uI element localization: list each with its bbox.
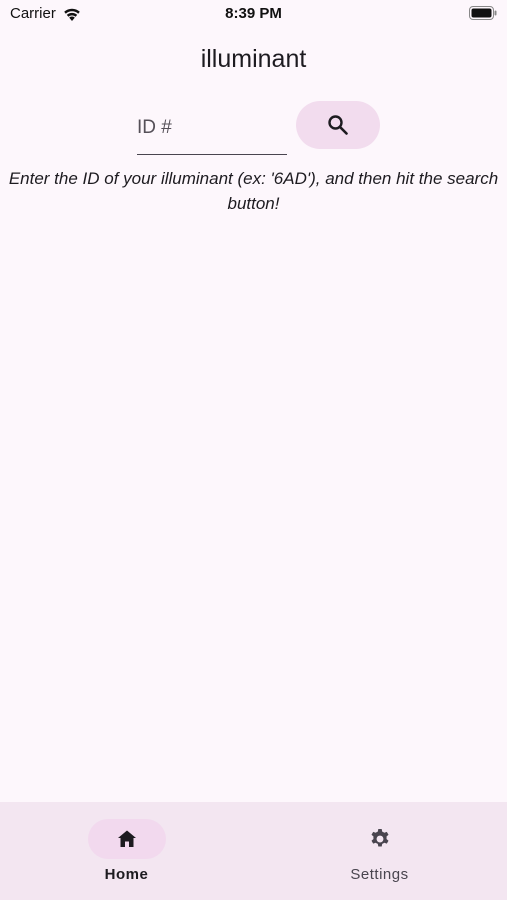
page-title: illuminant (200, 45, 307, 73)
id-input[interactable] (137, 106, 287, 150)
nav-label-home: Home (104, 866, 149, 883)
status-bar: Carrier 8:39 PM (0, 0, 507, 28)
search-button[interactable] (296, 101, 380, 149)
search-icon (328, 115, 348, 135)
nav-item-home[interactable]: Home (0, 802, 253, 900)
home-icon (118, 830, 136, 847)
search-field[interactable] (137, 106, 287, 155)
instructions-text: Enter the ID of your illuminant (ex: '6A… (8, 169, 499, 213)
battery-icon (469, 6, 497, 20)
gear-icon (371, 829, 389, 847)
nav-item-settings[interactable]: Settings (253, 802, 506, 900)
nav-label-settings: Settings (350, 866, 409, 883)
status-time: 8:39 PM (225, 5, 282, 22)
bottom-navigation: Home Settings (0, 802, 507, 900)
